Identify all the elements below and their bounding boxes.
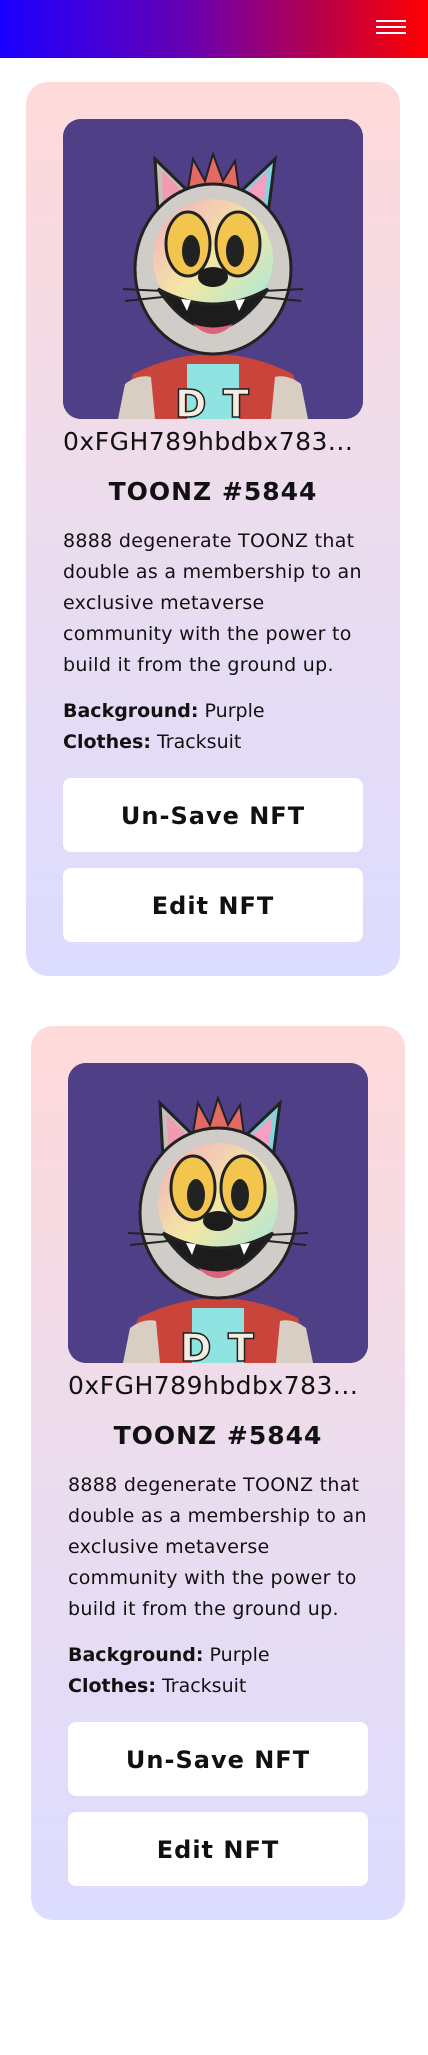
nft-title: TOONZ #5844 (108, 477, 318, 506)
attribute-row: Clothes: Tracksuit (63, 727, 363, 758)
attribute-value: Tracksuit (156, 731, 242, 753)
nft-attributes: Background: Purple Clothes: Tracksuit (63, 696, 363, 758)
attribute-row: Clothes: Tracksuit (68, 1671, 368, 1702)
attribute-row: Background: Purple (63, 696, 363, 727)
nft-card: D T 0xFGH789hbdbx783... TOONZ #5844 8888… (26, 82, 400, 976)
nft-card: D T 0xFGH789hbdbx783... TOONZ #5844 8888… (31, 1026, 405, 1920)
edit-nft-button[interactable]: Edit NFT (63, 868, 363, 942)
unsave-nft-button[interactable]: Un-Save NFT (63, 778, 363, 852)
attribute-key: Clothes: (63, 731, 151, 753)
svg-text:D: D (175, 382, 207, 419)
attribute-value: Purple (209, 1644, 270, 1666)
attribute-value: Purple (204, 700, 265, 722)
token-id: 0xFGH789hbdbx783... (68, 1371, 359, 1400)
nft-attributes: Background: Purple Clothes: Tracksuit (68, 1640, 368, 1702)
unsave-nft-button[interactable]: Un-Save NFT (68, 1722, 368, 1796)
attribute-key: Clothes: (68, 1675, 156, 1697)
cartoon-cat-nft-image: D T (63, 119, 363, 419)
svg-text:T: T (228, 1326, 254, 1363)
svg-text:T: T (223, 382, 249, 419)
top-navigation-bar (0, 0, 428, 58)
attribute-key: Background: (68, 1644, 204, 1666)
svg-text:D: D (180, 1326, 212, 1363)
attribute-key: Background: (63, 700, 199, 722)
nft-description: 8888 degenerate TOONZ that double as a m… (63, 530, 362, 676)
nft-title: TOONZ #5844 (113, 1421, 323, 1450)
token-id: 0xFGH789hbdbx783... (63, 427, 354, 456)
attribute-value: Tracksuit (161, 1675, 247, 1697)
edit-nft-button[interactable]: Edit NFT (68, 1812, 368, 1886)
hamburger-menu-icon[interactable] (376, 16, 406, 40)
nft-description: 8888 degenerate TOONZ that double as a m… (68, 1474, 367, 1620)
cartoon-cat-nft-image: D T (68, 1063, 368, 1363)
attribute-row: Background: Purple (68, 1640, 368, 1671)
